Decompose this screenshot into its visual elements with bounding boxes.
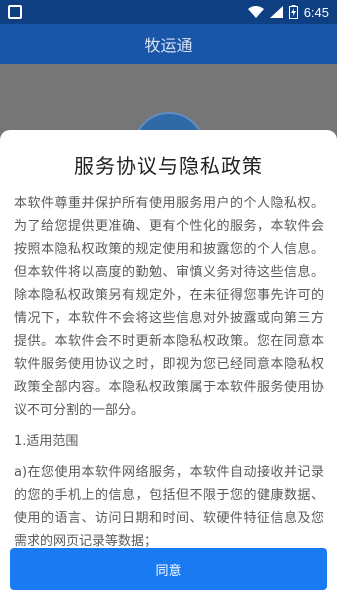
policy-paragraph: 本软件尊重并保护所有使用服务用户的个人隐私权。为了给您提供更准确、更有个性化的服…: [14, 196, 324, 418]
dialog-title: 服务协议与隐私政策: [74, 154, 263, 178]
status-icons: 6:45: [247, 4, 329, 20]
policy-paragraph: a)在您使用本软件网络服务，本软件自动接收并记录的您的手机上的信息，包括但不限于…: [14, 465, 324, 549]
agree-button[interactable]: 同意: [10, 548, 327, 590]
app-bar: 牧运通: [0, 24, 337, 64]
wifi-icon: [247, 6, 264, 18]
privacy-dialog: 服务协议与隐私政策 本软件尊重并保护所有使用服务用户的个人隐私权。为了给您提供更…: [0, 130, 337, 600]
signal-icon: [269, 6, 283, 18]
dialog-content[interactable]: 本软件尊重并保护所有使用服务用户的个人隐私权。为了给您提供更准确、更有个性化的服…: [14, 192, 324, 592]
notification-icon: [8, 5, 22, 19]
status-time: 6:45: [303, 4, 329, 20]
policy-section-heading: 1.适用范围: [14, 434, 79, 449]
battery-charging-icon: [288, 5, 298, 19]
app-title: 牧运通: [144, 36, 193, 55]
status-bar: 6:45: [0, 0, 337, 24]
